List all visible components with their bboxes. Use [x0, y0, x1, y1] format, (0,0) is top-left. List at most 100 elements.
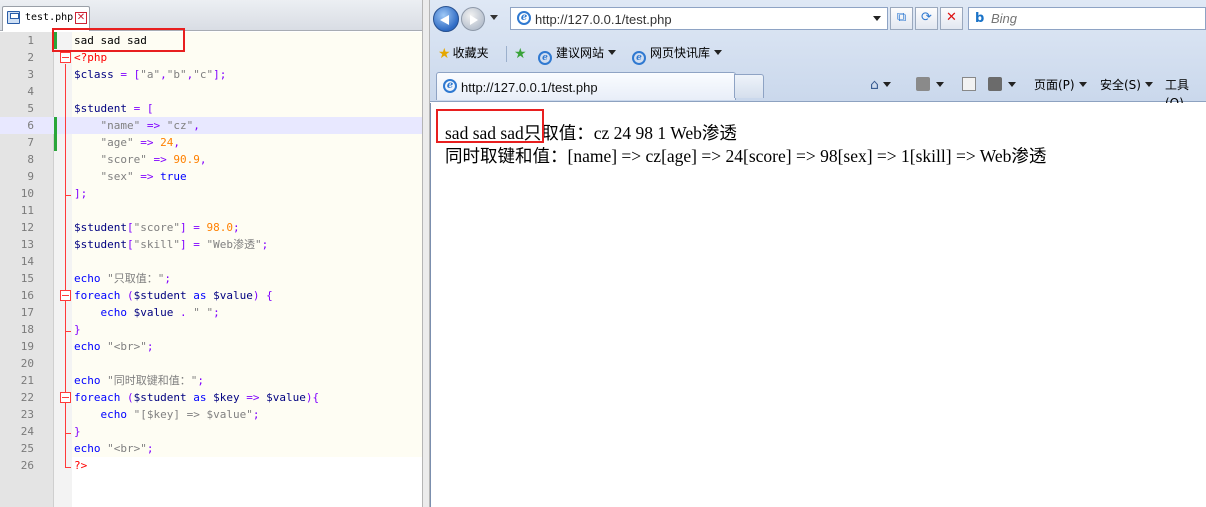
line-number: 20	[20, 357, 34, 370]
code-line-12[interactable]: 12 $student["score"] = 98.0;	[0, 219, 422, 236]
line-number: 17	[20, 306, 34, 319]
home-button[interactable]: ⌂	[870, 76, 891, 94]
code-text[interactable]: }	[74, 321, 81, 338]
address-bar[interactable]: e http://127.0.0.1/test.php	[510, 7, 888, 30]
code-line-21[interactable]: 21 echo "同时取键和值：";	[0, 372, 422, 389]
search-input[interactable]	[991, 10, 1191, 27]
code-line-24[interactable]: 24}	[0, 423, 422, 440]
code-text[interactable]: echo "同时取键和值：";	[74, 372, 204, 389]
code-line-5[interactable]: 5 $student = [	[0, 100, 422, 117]
history-dropdown-icon[interactable]	[490, 15, 498, 20]
browser-window: e http://127.0.0.1/test.php ⧉ ⟳ ✕ b ★收藏夹…	[430, 0, 1206, 507]
line-number: 26	[20, 459, 34, 472]
code-line-14[interactable]: 14	[0, 253, 422, 270]
code-text[interactable]: echo "<br>";	[74, 338, 154, 355]
code-text[interactable]: $class = ["a","b","c"];	[74, 66, 226, 83]
code-text[interactable]: foreach ($student as $key => $value){	[74, 389, 319, 406]
code-line-9[interactable]: 9 "sex" => true	[0, 168, 422, 185]
tools-menu[interactable]: 工具(O)	[1165, 76, 1206, 110]
page-viewport: sad sad sad只取值：cz 24 98 1 Web渗透 同时取键和值：[…	[430, 103, 1206, 507]
code-text[interactable]: "age" => 24,	[74, 134, 181, 151]
line-number: 14	[20, 255, 34, 268]
code-line-10[interactable]: 10];	[0, 185, 422, 202]
code-line-19[interactable]: 19 echo "<br>";	[0, 338, 422, 355]
dropdown-icon	[1144, 82, 1153, 87]
code-line-25[interactable]: 25 echo "<br>";	[0, 440, 422, 457]
code-text[interactable]: echo $value . " ";	[74, 304, 220, 321]
code-line-26[interactable]: 26 ?>	[0, 457, 422, 474]
output-line-2: 同时取键和值：[name] => cz[age] => 24[score] =>…	[445, 146, 1047, 166]
page-menu[interactable]: 页面(P)	[1034, 76, 1087, 94]
forward-button[interactable]	[461, 7, 485, 31]
feeds-button[interactable]	[916, 76, 944, 94]
code-text[interactable]: echo "<br>";	[74, 440, 154, 457]
code-line-17[interactable]: 17 echo $value . " ";	[0, 304, 422, 321]
code-line-6[interactable]: 6 "name" => "cz",	[0, 117, 422, 134]
code-text[interactable]: "sex" => true	[74, 168, 187, 185]
fold-end-marker	[65, 433, 71, 434]
line-number: 3	[27, 68, 34, 81]
fav-link-web-slice-gallery[interactable]: e 网页快讯库	[632, 44, 723, 65]
ie-page-icon: e	[443, 79, 457, 93]
code-line-7[interactable]: 7 "age" => 24,	[0, 134, 422, 151]
search-box[interactable]: b	[968, 7, 1206, 30]
compatibility-view-button[interactable]: ⧉	[890, 7, 913, 30]
safety-menu[interactable]: 安全(S)	[1100, 76, 1153, 94]
code-line-8[interactable]: 8 "score" => 90.9,	[0, 151, 422, 168]
print-button[interactable]	[988, 76, 1016, 94]
line-number: 10	[20, 187, 34, 200]
code-text[interactable]: echo "只取值：";	[74, 270, 171, 287]
tab-test-php[interactable]: e http://127.0.0.1/test.php	[436, 72, 736, 100]
code-text[interactable]: $student["skill"] = "Web渗透";	[74, 236, 268, 253]
back-button[interactable]	[433, 6, 459, 32]
refresh-button[interactable]: ⟳	[915, 7, 938, 30]
fav-link-suggested-sites[interactable]: e 建议网站	[538, 44, 617, 65]
ie-page-icon: e	[632, 51, 646, 65]
line-number: 8	[27, 153, 34, 166]
new-tab-button[interactable]	[734, 74, 764, 98]
code-line-4[interactable]: 4	[0, 83, 422, 100]
code-line-13[interactable]: 13 $student["skill"] = "Web渗透";	[0, 236, 422, 253]
stop-button[interactable]: ✕	[940, 7, 963, 30]
code-text[interactable]: $student = [	[74, 100, 153, 117]
save-icon	[7, 11, 20, 24]
line-number: 9	[27, 170, 34, 183]
address-dropdown-icon[interactable]	[873, 16, 881, 21]
line-number: 5	[27, 102, 34, 115]
dropdown-icon	[608, 50, 617, 55]
code-text[interactable]: ];	[74, 185, 87, 202]
code-line-18[interactable]: 18}	[0, 321, 422, 338]
rss-feed-icon	[916, 77, 930, 91]
code-line-11[interactable]: 11	[0, 202, 422, 219]
code-text[interactable]: echo "[$key] => $value";	[74, 406, 260, 423]
fold-toggle-icon[interactable]	[60, 290, 71, 301]
favorites-button[interactable]: ★ 收藏夹	[438, 44, 489, 62]
line-number: 11	[20, 204, 34, 217]
code-line-20[interactable]: 20	[0, 355, 422, 372]
address-text[interactable]: http://127.0.0.1/test.php	[535, 12, 672, 27]
dropdown-icon	[882, 82, 891, 87]
code-text[interactable]: $student["score"] = 98.0;	[74, 219, 240, 236]
code-text[interactable]: }	[74, 423, 81, 440]
fold-toggle-icon[interactable]	[60, 52, 71, 63]
fold-guide	[65, 64, 66, 468]
close-tab-icon[interactable]: ✕	[75, 12, 87, 24]
code-editor-pane: test.php ✕ 1 sad sad sad 2 <?php 3 $class = […	[0, 0, 422, 507]
code-line-15[interactable]: 15 echo "只取值：";	[0, 270, 422, 287]
mail-button[interactable]	[962, 76, 978, 94]
code-line-23[interactable]: 23 echo "[$key] => $value";	[0, 406, 422, 423]
pane-splitter[interactable]	[422, 0, 430, 507]
line-number: 1	[27, 34, 34, 47]
code-text[interactable]: foreach ($student as $value) {	[74, 287, 273, 304]
code-text[interactable]: ?>	[74, 457, 87, 474]
line-number: 4	[27, 85, 34, 98]
code-line-3[interactable]: 3 $class = ["a","b","c"];	[0, 66, 422, 83]
code-text[interactable]: "score" => 90.9,	[74, 151, 207, 168]
line-number: 2	[27, 51, 34, 64]
highlight-box-output	[436, 109, 544, 143]
printer-icon	[988, 77, 1002, 91]
fold-toggle-icon[interactable]	[60, 392, 71, 403]
add-favorite-button[interactable]: ★	[514, 44, 529, 62]
bing-logo-icon: b	[975, 11, 985, 26]
code-text[interactable]: "name" => "cz",	[74, 117, 200, 134]
